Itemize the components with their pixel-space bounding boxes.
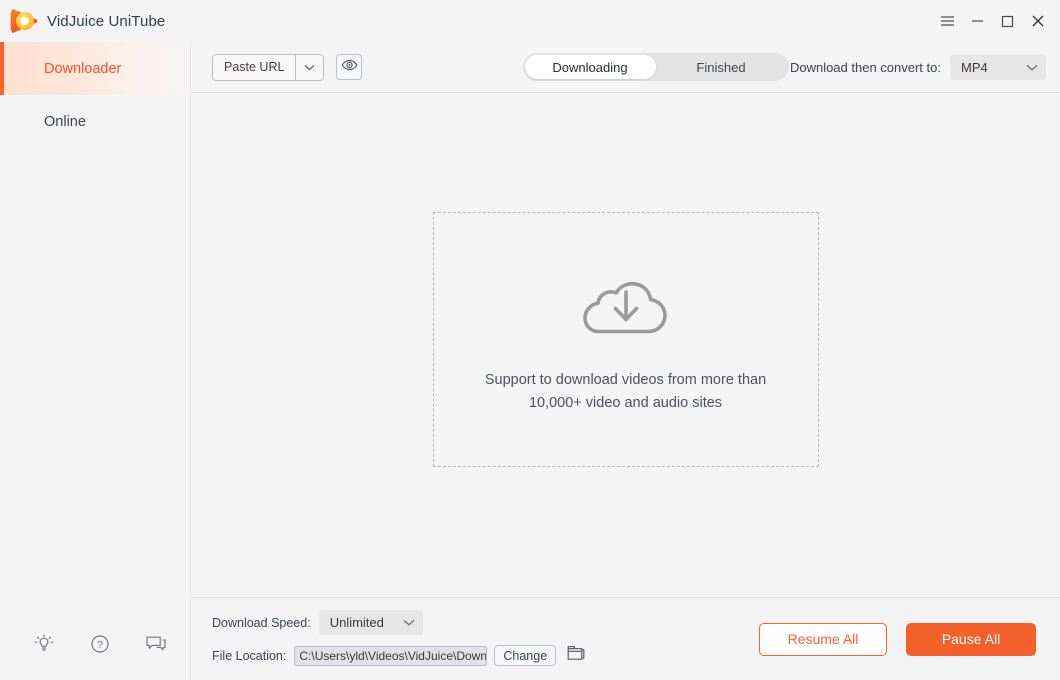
download-speed-select[interactable]: Unlimited [318, 610, 423, 635]
sidebar-item-downloader[interactable]: Downloader [0, 42, 190, 95]
window-controls [932, 0, 1060, 42]
sidebar-item-label: Online [44, 113, 86, 130]
sidebar-footer-icons: ? [0, 608, 190, 680]
sidebar-item-label: Downloader [44, 60, 122, 77]
download-speed-label: Download Speed: [212, 615, 311, 630]
paste-url-group: Paste URL [212, 53, 325, 81]
convert-format-group: Download then convert to: MP4 [789, 54, 1046, 80]
convert-format-select[interactable]: MP4 [950, 54, 1046, 80]
sidebar: Downloader Online ? [0, 42, 191, 680]
minimize-icon [971, 15, 984, 27]
svg-text:?: ? [97, 639, 103, 651]
app-window: VidJuice UniTube Downloader Online ? Pas… [0, 0, 1060, 680]
main-panel: Paste URL Downloading Finished Download … [191, 42, 1060, 680]
file-location-row: File Location: C:\Users\yld\Videos\VidJu… [212, 644, 585, 668]
resume-all-label: Resume All [787, 631, 859, 647]
file-location-label: File Location: [212, 648, 287, 663]
tab-finished[interactable]: Finished [656, 55, 787, 79]
convert-format-value: MP4 [961, 59, 988, 75]
menu-button[interactable] [932, 0, 962, 42]
maximize-icon [1001, 15, 1014, 28]
download-speed-row: Download Speed: Unlimited [212, 610, 585, 635]
question-circle-icon[interactable]: ? [89, 633, 111, 655]
convert-label: Download then convert to: [789, 59, 941, 75]
sidebar-item-online[interactable]: Online [0, 95, 190, 148]
paste-url-button[interactable]: Paste URL [213, 54, 297, 80]
chat-bubbles-icon[interactable] [145, 633, 167, 655]
eye-icon [341, 58, 358, 77]
pause-all-label: Pause All [941, 631, 1001, 647]
tab-label: Finished [696, 59, 746, 75]
empty-state-text: Support to download videos from more tha… [485, 369, 766, 415]
title-bar: VidJuice UniTube [0, 0, 1060, 42]
close-icon [1031, 14, 1045, 28]
toolbar: Paste URL Downloading Finished Download … [191, 42, 1060, 93]
folder-icon [567, 645, 585, 666]
content-area: Support to download videos from more tha… [191, 93, 1060, 597]
open-folder-button[interactable] [567, 645, 585, 666]
tab-downloading[interactable]: Downloading [524, 55, 656, 79]
app-title: VidJuice UniTube [47, 12, 166, 30]
chevron-down-icon [403, 619, 415, 626]
paste-url-dropdown-button[interactable] [296, 54, 324, 80]
footer-settings: Download Speed: Unlimited File Location: [212, 610, 585, 668]
preview-toggle-button[interactable] [336, 54, 363, 80]
file-location-input[interactable]: C:\Users\yld\Videos\VidJuice\Downloaded [294, 645, 488, 666]
minimize-button[interactable] [962, 0, 992, 42]
change-button-label: Change [503, 648, 548, 663]
change-location-button[interactable]: Change [494, 645, 557, 666]
window-body: Downloader Online ? Paste URL Downloadin… [0, 42, 1060, 680]
footer-bar: Download Speed: Unlimited File Location: [191, 597, 1060, 680]
empty-state-dropzone[interactable]: Support to download videos from more tha… [432, 211, 819, 467]
download-speed-value: Unlimited [329, 615, 384, 630]
empty-state-line-1: Support to download videos from more tha… [484, 371, 767, 388]
maximize-button[interactable] [992, 0, 1022, 42]
cloud-download-icon [574, 264, 678, 343]
download-status-tabs: Downloading Finished [522, 53, 789, 81]
pause-all-button[interactable]: Pause All [906, 622, 1036, 656]
lightbulb-icon[interactable] [33, 633, 55, 655]
footer-actions: Resume All Pause All [759, 622, 1040, 656]
close-button[interactable] [1022, 0, 1060, 42]
chevron-down-icon [304, 58, 315, 76]
chevron-down-icon [1026, 64, 1038, 71]
tab-label: Downloading [552, 59, 628, 75]
resume-all-button[interactable]: Resume All [759, 622, 887, 656]
sidebar-nav: Downloader Online [0, 42, 190, 148]
app-logo-icon [10, 7, 38, 35]
hamburger-menu-icon [940, 15, 955, 27]
paste-url-label: Paste URL [224, 60, 285, 74]
empty-state-line-2: 10,000+ video and audio sites [528, 394, 723, 411]
